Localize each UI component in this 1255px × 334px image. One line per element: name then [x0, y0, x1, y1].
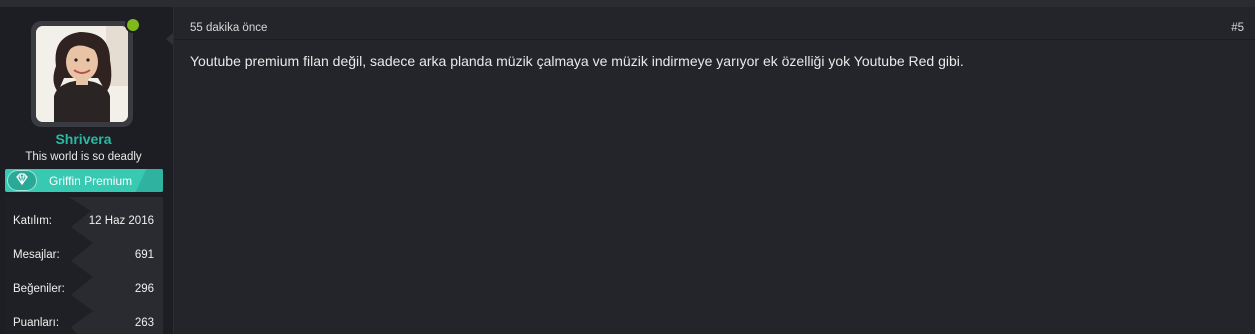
- stat-row-points: Puanları: 263: [5, 317, 163, 334]
- user-banner: Griffin Premium: [5, 169, 163, 192]
- post-pointer-arrow: [166, 33, 173, 45]
- stat-label: Katılım:: [13, 215, 52, 227]
- stat-label: Puanları:: [13, 317, 60, 329]
- stat-value[interactable]: 263: [135, 317, 154, 329]
- post-header: 55 dakika önce #5: [174, 7, 1255, 40]
- user-info-column: Shrivera This world is so deadly Griffin…: [0, 7, 173, 334]
- stat-row-messages: Mesajlar: 691: [5, 249, 163, 269]
- stat-row-joined: Katılım: 12 Haz 2016: [5, 215, 163, 235]
- user-stats: Katılım: 12 Haz 2016 Mesajlar: 691 Beğen…: [5, 197, 163, 334]
- stat-value: 12 Haz 2016: [88, 215, 154, 227]
- post-container: 55 dakika önce #5 Youtube premium filan …: [173, 7, 1255, 334]
- post-date[interactable]: 55 dakika önce: [190, 22, 267, 34]
- user-title: This world is so deadly: [25, 151, 142, 163]
- post-number[interactable]: #5: [1231, 22, 1244, 34]
- stat-value[interactable]: 691: [135, 249, 154, 261]
- post-message: Youtube premium filan değil, sadece arka…: [190, 53, 964, 69]
- stat-row-likes: Beğeniler: 296: [5, 283, 163, 303]
- avatar[interactable]: [31, 21, 133, 127]
- username-link[interactable]: Shrivera: [0, 131, 167, 147]
- stat-value: 296: [134, 283, 154, 295]
- stat-label: Beğeniler:: [13, 283, 65, 295]
- banner-stripe: [135, 169, 163, 192]
- avatar-photo-icon: [36, 26, 128, 122]
- top-bar: [0, 0, 1255, 7]
- online-status-indicator: [125, 17, 141, 33]
- stat-label: Mesajlar:: [13, 249, 60, 261]
- avatar-image[interactable]: [36, 26, 128, 122]
- diamond-icon: [7, 170, 37, 191]
- banner-label: Griffin Premium: [49, 174, 133, 188]
